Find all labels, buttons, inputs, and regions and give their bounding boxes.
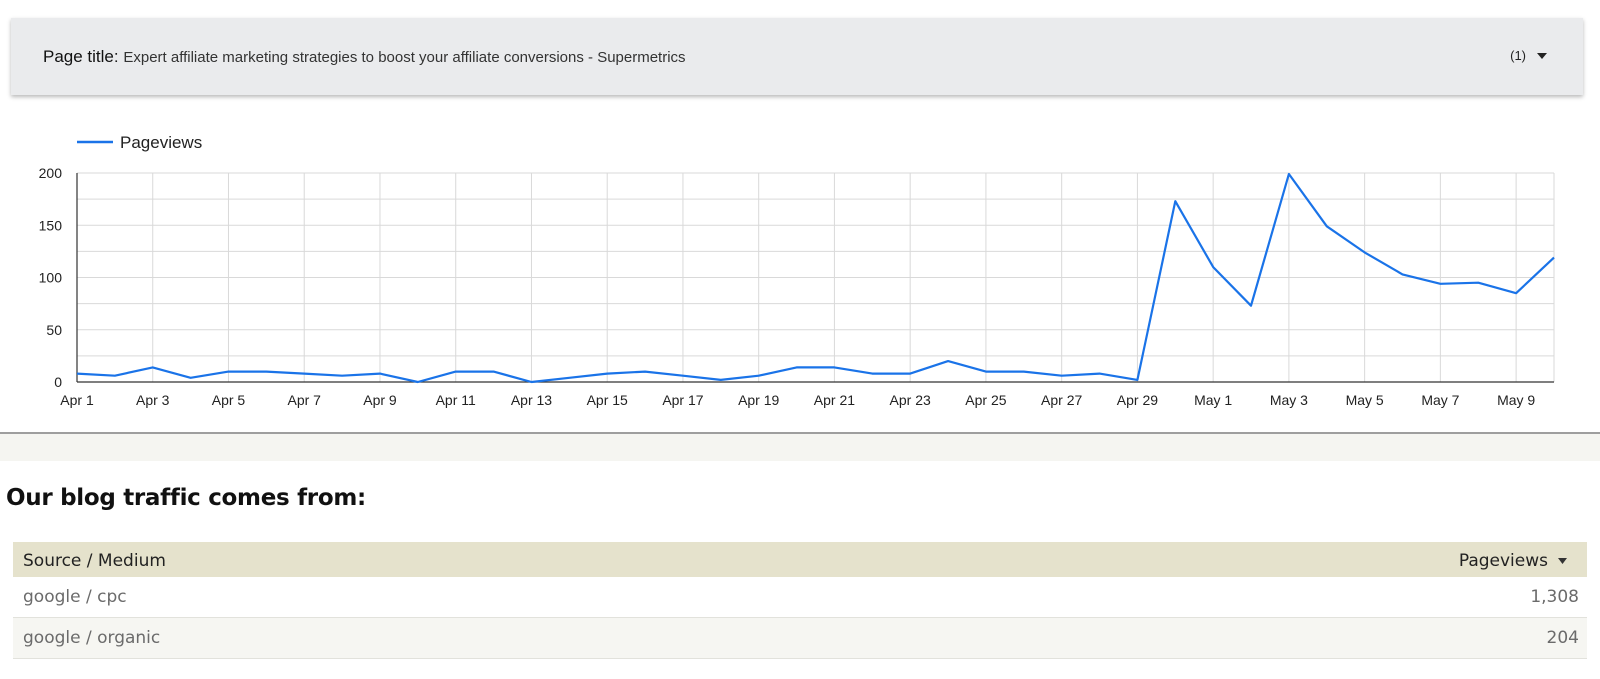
sort-descending-icon <box>1558 558 1567 564</box>
y-tick-label: 100 <box>39 270 63 286</box>
cell-pageviews: 1,308 <box>1530 587 1579 607</box>
filter-value: Expert affiliate marketing strategies to… <box>123 49 686 66</box>
y-tick-label: 200 <box>39 165 63 181</box>
x-tick-label: May 3 <box>1270 392 1308 408</box>
y-tick-label: 50 <box>46 322 62 338</box>
dropdown-arrow-icon[interactable] <box>1533 48 1551 64</box>
column-header-pageviews-label: Pageviews <box>1458 551 1548 571</box>
source-medium-table: Source / Medium Pageviews google / cpc 1… <box>13 542 1587 679</box>
x-tick-label: May 7 <box>1421 392 1459 408</box>
section-heading: Our blog traffic comes from: <box>6 485 366 511</box>
table-header: Source / Medium Pageviews <box>13 542 1587 577</box>
page-title-filter[interactable]: Page title: Expert affiliate marketing s… <box>11 18 1583 95</box>
x-tick-label: Apr 19 <box>738 392 779 408</box>
x-tick-label: Apr 1 <box>60 392 94 408</box>
filter-name: Page title <box>43 47 114 66</box>
filter-label: Page title: Expert affiliate marketing s… <box>43 47 686 67</box>
column-header-pageviews[interactable]: Pageviews <box>1459 551 1567 571</box>
cell-source: google / organic <box>23 628 161 648</box>
filter-selected-count: (1) <box>1510 48 1526 63</box>
chart-canvas: 0 50 100 150 200 Apr 1 Apr 3 Apr 5 Apr 7 Apr 9 Apr… <box>39 133 1555 408</box>
y-tick-label: 150 <box>39 217 63 233</box>
x-tick-label: Apr 15 <box>587 392 628 408</box>
x-tick-label: Apr 17 <box>662 392 703 408</box>
x-tick-label: Apr 29 <box>1117 392 1158 408</box>
x-tick-label: Apr 5 <box>212 392 246 408</box>
x-tick-label: Apr 9 <box>363 392 397 408</box>
legend-label-pageviews: Pageviews <box>120 133 202 152</box>
y-tick-label: 0 <box>54 374 62 390</box>
x-tick-label: Apr 13 <box>511 392 552 408</box>
filter-separator: : <box>113 47 124 66</box>
cell-source: google / cpc <box>23 587 127 607</box>
x-tick-label: May 1 <box>1194 392 1232 408</box>
x-tick-label: Apr 23 <box>890 392 931 408</box>
table-row: google / organic 204 <box>13 618 1587 659</box>
cell-pageviews: 204 <box>1546 628 1579 648</box>
table-row: google / cpc 1,308 <box>13 577 1587 618</box>
pageviews-time-series-chart: 0 50 100 150 200 Apr 1 Apr 3 Apr 5 Apr 7 Apr 9 Apr… <box>0 120 1600 425</box>
x-tick-label: May 9 <box>1497 392 1535 408</box>
table-row-partially-visible <box>13 659 1587 679</box>
x-tick-label: Apr 25 <box>965 392 1006 408</box>
x-tick-label: Apr 11 <box>436 392 476 408</box>
x-tick-label: May 5 <box>1346 392 1384 408</box>
x-tick-label: Apr 3 <box>136 392 170 408</box>
column-header-source-medium[interactable]: Source / Medium <box>23 551 166 571</box>
x-tick-label: Apr 7 <box>287 392 321 408</box>
x-tick-label: Apr 21 <box>814 392 855 408</box>
section-spacer <box>0 434 1600 461</box>
x-tick-label: Apr 27 <box>1041 392 1082 408</box>
